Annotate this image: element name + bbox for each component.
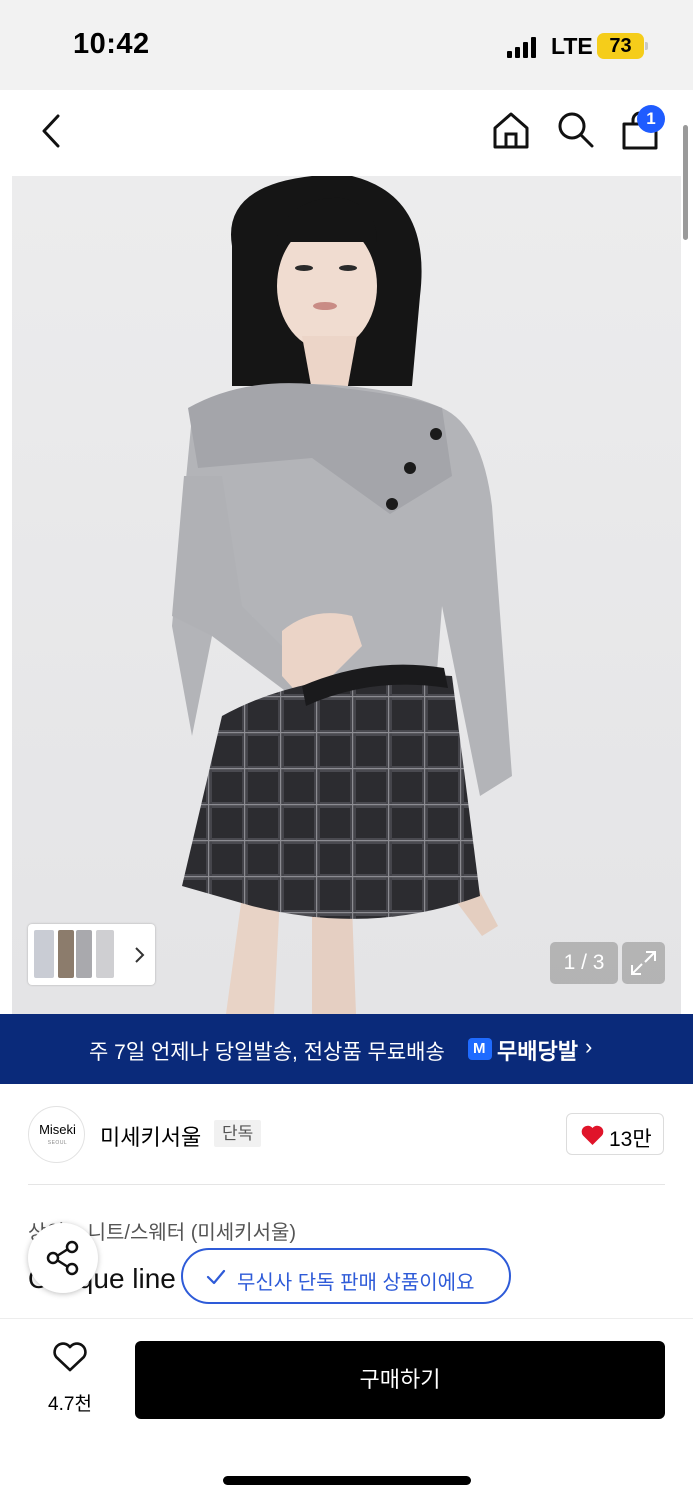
thumbnail-2[interactable] (58, 930, 74, 978)
divider (28, 1184, 665, 1185)
check-icon (206, 1269, 226, 1285)
promo-brand: 무배당발 (497, 1039, 578, 1064)
expand-icon (631, 951, 656, 975)
chevron-right-icon[interactable] (134, 946, 146, 964)
thumbnail-1[interactable] (34, 930, 54, 978)
brand-like-count: 13만 (609, 1128, 652, 1151)
scrollbar[interactable] (683, 125, 688, 240)
chevron-right-icon: › (585, 1034, 593, 1059)
thumbnail-3[interactable] (76, 930, 92, 978)
toast-text: 무신사 단독 판매 상품이에요 (237, 1272, 475, 1294)
battery-icon: 73 (597, 33, 644, 59)
model-photo (12, 176, 681, 1014)
exclusive-tag: 단독 (214, 1120, 262, 1147)
brand-like-button[interactable]: 13만 (566, 1113, 664, 1155)
heart-filled-icon (581, 1125, 604, 1145)
buy-button[interactable]: 구매하기 (135, 1341, 665, 1419)
musinsa-delivery-logo: M (468, 1038, 492, 1060)
product-image[interactable] (12, 176, 681, 1014)
network-label: LTE (551, 33, 593, 59)
fullscreen-button[interactable] (622, 942, 665, 984)
brand-logo-sub: SEOUL (47, 1140, 68, 1146)
wishlist-count: 4.7천 (48, 1394, 92, 1415)
status-bar: 10:42 LTE 73 (0, 0, 693, 90)
bottom-action-bar: 4.7천 구매하기 (0, 1318, 693, 1500)
heart-outline-icon (53, 1342, 87, 1372)
share-button[interactable] (28, 1223, 98, 1293)
back-icon[interactable] (38, 112, 64, 150)
thumbnail-4[interactable] (96, 930, 114, 978)
shipping-promo-banner[interactable]: 주 7일 언제나 당일발송, 전상품 무료배송 M 무배당발 › (0, 1014, 693, 1084)
home-indicator[interactable] (223, 1476, 471, 1485)
cart-badge: 1 (637, 105, 665, 133)
home-icon[interactable] (491, 110, 531, 150)
brand-logo[interactable]: Miseki SEOUL (28, 1106, 85, 1163)
exclusive-toast: 무신사 단독 판매 상품이에요 (181, 1248, 511, 1304)
brand-name[interactable]: 미세키서울 (100, 1120, 201, 1152)
search-icon[interactable] (556, 110, 596, 150)
signal-icon (507, 36, 537, 58)
status-time: 10:42 (73, 28, 150, 60)
brand-row: Miseki SEOUL 미세키서울 단독 13만 (0, 1084, 693, 1184)
wishlist-button[interactable]: 4.7천 (35, 1341, 105, 1415)
battery-tip (645, 42, 648, 50)
promo-text: 주 7일 언제나 당일발송, 전상품 무료배송 (89, 1041, 445, 1064)
image-pager: 1 / 3 (550, 942, 618, 984)
share-icon (46, 1240, 79, 1276)
top-nav (0, 90, 693, 176)
brand-logo-text: Miseki (39, 1122, 76, 1137)
thumbnail-strip[interactable] (28, 924, 155, 985)
